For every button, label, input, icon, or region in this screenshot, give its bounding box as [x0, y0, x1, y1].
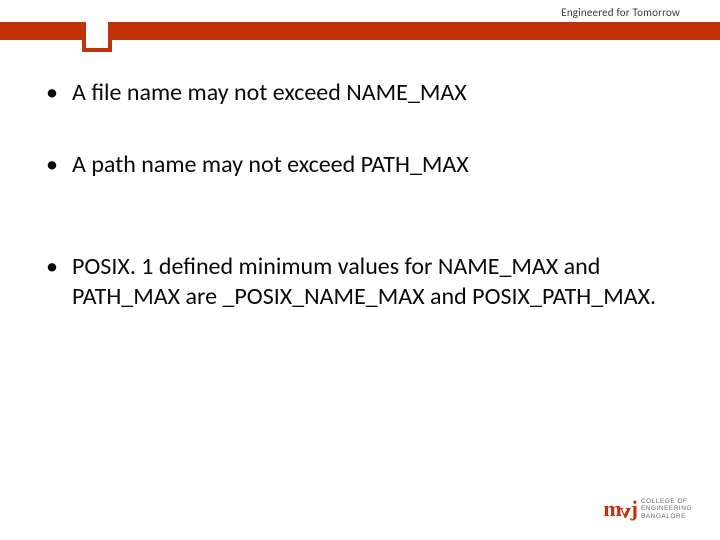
header-notch	[82, 22, 112, 52]
tagline: Engineered for Tomorrow	[561, 6, 680, 19]
slide-content: A file name may not exceed NAME_MAX A pa…	[46, 78, 676, 354]
logo-mark: mvj	[603, 496, 637, 522]
logo-line: BANGALORE	[641, 513, 686, 520]
list-item: A file name may not exceed NAME_MAX	[46, 78, 676, 108]
logo-line: ENGINEERING	[641, 505, 692, 512]
footer-logo: mvj COLLEGE OF ENGINEERING BANGALORE	[603, 496, 692, 522]
list-item: POSIX. 1 defined minimum values for NAME…	[46, 252, 676, 312]
logo-text: COLLEGE OF ENGINEERING BANGALORE	[641, 498, 692, 519]
list-item: A path name may not exceed PATH_MAX	[46, 150, 676, 180]
logo-line: COLLEGE OF	[641, 498, 688, 505]
bullet-list: A file name may not exceed NAME_MAX A pa…	[46, 78, 676, 312]
